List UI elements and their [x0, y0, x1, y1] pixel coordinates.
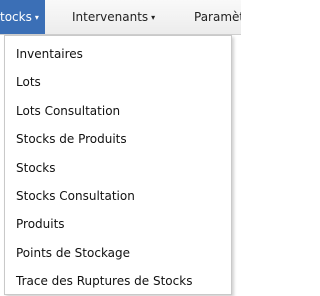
- menu-item-stocks-consultation[interactable]: Stocks Consultation: [5, 182, 231, 210]
- menu-stocks[interactable]: tocks ▾: [0, 0, 45, 34]
- chevron-down-icon: ▾: [34, 13, 39, 22]
- menu-intervenants[interactable]: Intervenants ▾: [68, 0, 159, 34]
- menu-item-stocks-de-produits[interactable]: Stocks de Produits: [5, 125, 231, 153]
- menu-item-lots[interactable]: Lots: [5, 68, 231, 96]
- menu-parametres[interactable]: Paramèt: [190, 0, 241, 34]
- chevron-down-icon: ▾: [151, 13, 156, 22]
- menu-parametres-label: Paramèt: [194, 10, 241, 24]
- menu-item-inventaires[interactable]: Inventaires: [5, 40, 231, 68]
- menu-item-trace-des-ruptures-de-stocks[interactable]: Trace des Ruptures de Stocks: [5, 267, 231, 295]
- menu-item-points-de-stockage[interactable]: Points de Stockage: [5, 239, 231, 267]
- top-menubar: tocks ▾ Intervenants ▾ Paramèt: [0, 0, 241, 35]
- menu-stocks-label: tocks: [0, 10, 32, 24]
- stocks-dropdown-menu: Inventaires Lots Lots Consultation Stock…: [4, 35, 232, 295]
- menu-item-lots-consultation[interactable]: Lots Consultation: [5, 97, 231, 125]
- menu-intervenants-label: Intervenants: [72, 10, 149, 24]
- menu-item-produits[interactable]: Produits: [5, 210, 231, 238]
- menu-item-stocks[interactable]: Stocks: [5, 154, 231, 182]
